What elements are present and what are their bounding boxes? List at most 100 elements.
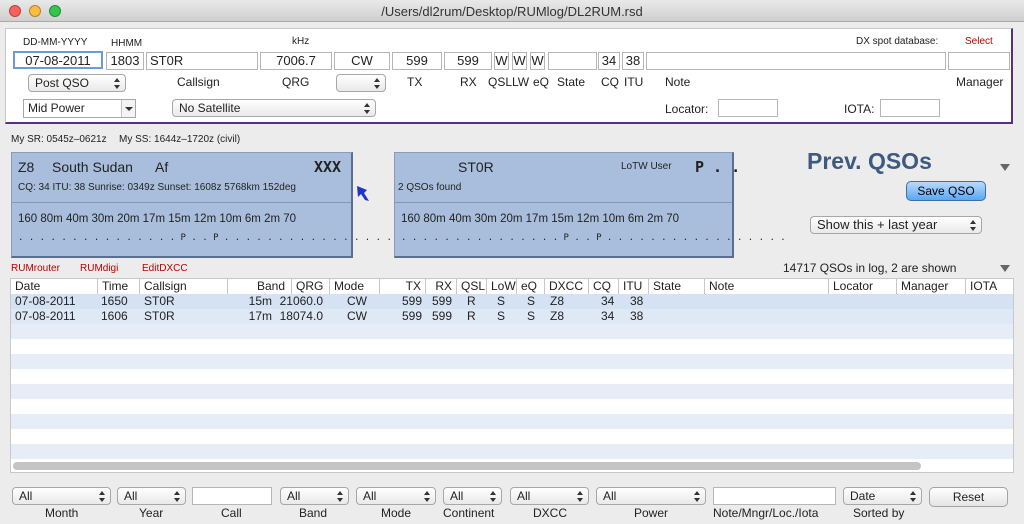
- column-header[interactable]: Callsign: [140, 279, 228, 294]
- reset-button[interactable]: Reset: [929, 487, 1008, 507]
- column-header[interactable]: eQ: [517, 279, 545, 294]
- band-labels: 160 80m 40m 30m 20m 17m 15m 12m 10m 6m 2…: [18, 213, 297, 225]
- power-value: Mid Power: [28, 101, 85, 115]
- column-header[interactable]: Note: [705, 279, 829, 294]
- table-cell: 15m: [248, 294, 272, 308]
- table-cell: Z8: [550, 294, 565, 308]
- band-filter[interactable]: All: [280, 487, 349, 505]
- call-info-callsign: ST0R: [458, 159, 494, 175]
- lw-field[interactable]: W: [512, 52, 527, 70]
- column-header[interactable]: ITU: [619, 279, 649, 294]
- state-field[interactable]: [548, 52, 597, 70]
- table-cell: 1650: [101, 294, 128, 308]
- iota-field[interactable]: [880, 99, 940, 117]
- month-label: Month: [45, 506, 79, 520]
- locator-field[interactable]: [718, 99, 778, 117]
- table-cell: 38: [630, 294, 644, 308]
- column-header[interactable]: IOTA: [966, 279, 1013, 294]
- lw-label: LW: [512, 75, 530, 89]
- cq-field[interactable]: 34: [598, 52, 620, 70]
- dxcc-label: DXCC: [533, 506, 568, 520]
- post-qso-select[interactable]: Post QSO: [28, 74, 126, 92]
- note-field[interactable]: [646, 52, 946, 70]
- date-label: DD-MM-YYYY: [23, 37, 88, 48]
- empty-row: [11, 399, 1013, 414]
- itu-field[interactable]: 38: [622, 52, 644, 70]
- tx-field[interactable]: 599: [392, 52, 442, 70]
- call-status: P . .: [695, 158, 741, 176]
- column-header[interactable]: LoW: [487, 279, 517, 294]
- column-header[interactable]: Locator: [829, 279, 897, 294]
- horizontal-scrollbar[interactable]: [13, 462, 921, 470]
- sort-value: Date: [850, 489, 876, 503]
- manager-field[interactable]: [948, 52, 1010, 70]
- column-header[interactable]: State: [649, 279, 705, 294]
- rumrouter-link[interactable]: RUMrouter: [11, 263, 60, 274]
- disclosure-triangle-icon[interactable]: [1000, 265, 1010, 272]
- empty-row: [11, 414, 1013, 429]
- year-range-select[interactable]: Show this + last year: [810, 216, 982, 234]
- dxcc-info-box: Z8 South Sudan Af XXX CQ: 34 ITU: 38 Sun…: [11, 152, 403, 258]
- power-filter[interactable]: All: [596, 487, 706, 505]
- column-header[interactable]: Mode: [330, 279, 380, 294]
- dxcc-filter[interactable]: All: [510, 487, 589, 505]
- state-label: State: [557, 75, 586, 89]
- note-filter[interactable]: [713, 487, 836, 505]
- date-field[interactable]: 07-08-2011: [13, 51, 103, 69]
- call-filter[interactable]: [192, 487, 272, 505]
- power-filter-value: All: [603, 489, 617, 503]
- call-info-box: ST0R LoTW User P . . 2 QSOs found 160 80…: [394, 152, 786, 258]
- month-filter[interactable]: All: [12, 487, 111, 505]
- table-cell: CW: [347, 309, 367, 323]
- sort-select[interactable]: Date: [843, 487, 922, 505]
- empty-row: [11, 324, 1013, 339]
- save-qso-button[interactable]: Save QSO: [906, 181, 986, 201]
- table-cell: S: [497, 294, 506, 308]
- column-header[interactable]: QSL: [457, 279, 487, 294]
- select-arrows-icon: [970, 220, 977, 231]
- satellite-select[interactable]: No Satellite: [172, 99, 376, 117]
- qrg-label: QRG: [282, 75, 310, 89]
- mode-select[interactable]: [336, 74, 386, 92]
- continent-filter[interactable]: All: [443, 487, 502, 505]
- qsl-label: QSL: [488, 75, 513, 89]
- rumdigi-link[interactable]: RUMdigi: [80, 263, 118, 274]
- column-header[interactable]: CQ: [589, 279, 619, 294]
- column-header[interactable]: Time: [98, 279, 140, 294]
- table-cell: ST0R: [144, 309, 175, 323]
- qsl-field[interactable]: W: [494, 52, 509, 70]
- dropdown-arrow-icon[interactable]: [121, 100, 135, 117]
- time-field[interactable]: 1803: [106, 52, 144, 70]
- select-arrows-icon: [910, 491, 917, 502]
- empty-row: [11, 339, 1013, 354]
- table-row[interactable]: 07-08-2011 1650 ST0R 15m 21060.0 CW 599 599 R S S Z…: [11, 294, 1013, 309]
- table-row[interactable]: 07-08-2011 1606 ST0R 17m 18074.0 CW 599 599 R S S Z…: [11, 309, 1013, 324]
- column-header[interactable]: QRG: [292, 279, 330, 294]
- disclosure-triangle-icon[interactable]: [1000, 164, 1010, 171]
- table-cell: 38: [630, 309, 644, 323]
- eq-field[interactable]: W: [530, 52, 545, 70]
- column-header[interactable]: RX: [426, 279, 457, 294]
- power-combo[interactable]: Mid Power: [23, 99, 136, 118]
- dxcc-status: XXX: [314, 158, 342, 176]
- callsign-field[interactable]: ST0R: [146, 52, 258, 70]
- band-labels: 160 80m 40m 30m 20m 17m 15m 12m 10m 6m 2…: [401, 213, 680, 225]
- column-header[interactable]: Date: [11, 279, 98, 294]
- qrg-field[interactable]: 7006.7: [260, 52, 332, 70]
- table-cell: 21060.0: [279, 294, 323, 308]
- mode-field[interactable]: CW: [334, 52, 390, 70]
- call-label: Call: [221, 506, 242, 520]
- column-header[interactable]: TX: [380, 279, 426, 294]
- rx-field[interactable]: 599: [444, 52, 492, 70]
- select-arrows-icon: [694, 491, 701, 502]
- column-header[interactable]: Band: [228, 279, 292, 294]
- mode-filter[interactable]: All: [356, 487, 436, 505]
- select-link[interactable]: Select: [965, 36, 993, 47]
- dxcc-country: South Sudan: [52, 159, 133, 175]
- table-cell: Z8: [550, 309, 565, 323]
- column-header[interactable]: Manager: [897, 279, 966, 294]
- year-filter-value: All: [124, 489, 138, 503]
- year-filter[interactable]: All: [117, 487, 186, 505]
- editdxcc-link[interactable]: EditDXCC: [142, 263, 188, 274]
- column-header[interactable]: DXCC: [545, 279, 589, 294]
